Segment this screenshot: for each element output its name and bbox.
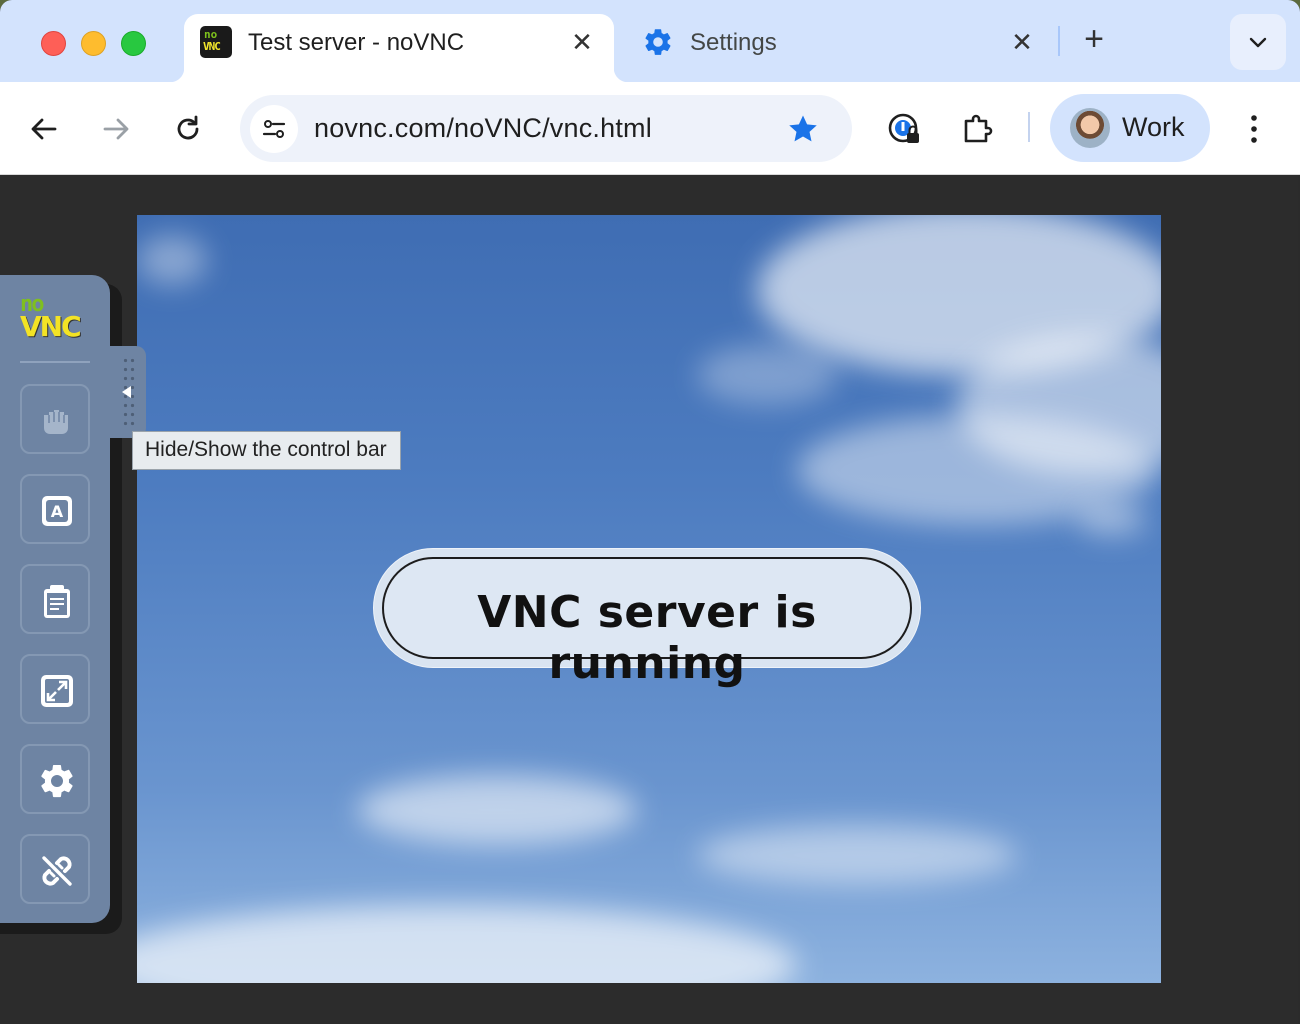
favicon-text-no: no — [204, 28, 218, 41]
vnc-status-pill-border: VNC server is running — [382, 557, 912, 689]
profile-name: Work — [1122, 112, 1185, 142]
reload-icon[interactable] — [168, 109, 208, 149]
keyboard-icon: A — [42, 496, 72, 526]
url-text[interactable]: novnc.com/noVNC/vnc.html — [314, 113, 652, 144]
profile-button[interactable]: Work — [1050, 94, 1210, 162]
drag-viewport-icon — [44, 410, 68, 434]
novnc-favicon-icon: no VNC — [200, 26, 232, 58]
settings-gear-icon — [645, 29, 671, 55]
toolbar-separator — [1028, 112, 1030, 142]
browser-toolbar: novnc.com/noVNC/vnc.html Work — [0, 82, 1300, 175]
tab-separator — [1058, 26, 1060, 56]
tab-settings[interactable]: Settings ✕ — [630, 14, 1050, 70]
tab-close-icon[interactable]: ✕ — [1008, 28, 1036, 56]
back-arrow-icon[interactable] — [24, 109, 64, 149]
favicon-text-vnc: VNC — [203, 40, 221, 53]
clipboard-button[interactable] — [20, 564, 90, 634]
window-minimize-button[interactable] — [81, 31, 106, 56]
tune-icon — [262, 120, 286, 138]
fullscreen-icon — [41, 675, 73, 707]
control-bar-handle[interactable] — [110, 346, 146, 438]
tab-title: Test server - noVNC — [248, 29, 465, 56]
password-manager-icon[interactable] — [884, 108, 924, 148]
tab-search-button[interactable] — [1230, 14, 1286, 70]
extensions-puzzle-icon[interactable] — [958, 109, 998, 149]
chevron-down-icon — [1249, 37, 1267, 48]
tab-title: Settings — [690, 29, 777, 56]
disconnect-icon — [42, 856, 72, 886]
svg-text:A: A — [51, 502, 64, 521]
vnc-status-message: VNC server is running — [477, 587, 817, 689]
site-info-button[interactable] — [250, 105, 298, 153]
control-bar-tooltip: Hide/Show the control bar — [132, 431, 401, 470]
keyboard-button[interactable]: A — [20, 474, 90, 544]
tab-strip: no VNC Test server - noVNC ✕ Settings ✕ … — [0, 0, 1300, 82]
fullscreen-button[interactable] — [20, 654, 90, 724]
window-maximize-button[interactable] — [121, 31, 146, 56]
remote-desktop-canvas[interactable]: VNC server is running — [137, 215, 1161, 983]
logo-text-vnc: VNC — [20, 310, 82, 343]
more-menu-icon[interactable] — [1234, 109, 1274, 149]
settings-button[interactable] — [20, 744, 90, 814]
collapse-arrow-icon — [122, 386, 131, 398]
page-content: VNC server is running no VNC A Hide/Show… — [0, 176, 1298, 1024]
tab-close-icon[interactable]: ✕ — [568, 28, 596, 56]
settings-icon — [41, 764, 73, 798]
browser-window: no VNC Test server - noVNC ✕ Settings ✕ … — [0, 0, 1300, 1024]
vnc-status-pill: VNC server is running — [373, 548, 921, 689]
avatar — [1070, 108, 1110, 148]
bookmark-star-icon[interactable] — [786, 112, 820, 146]
tab-test-server[interactable]: no VNC Test server - noVNC ✕ — [170, 14, 628, 82]
disconnect-button[interactable] — [20, 834, 90, 904]
window-close-button[interactable] — [41, 31, 66, 56]
drag-viewport-button[interactable] — [20, 384, 90, 454]
novnc-logo: no VNC — [20, 294, 92, 343]
address-bar[interactable]: novnc.com/noVNC/vnc.html — [240, 95, 852, 162]
control-bar-separator — [20, 361, 90, 363]
novnc-control-bar: no VNC A — [0, 275, 110, 923]
new-tab-button[interactable]: + — [1078, 22, 1110, 56]
forward-arrow-icon[interactable] — [96, 109, 136, 149]
clipboard-icon — [44, 585, 70, 618]
